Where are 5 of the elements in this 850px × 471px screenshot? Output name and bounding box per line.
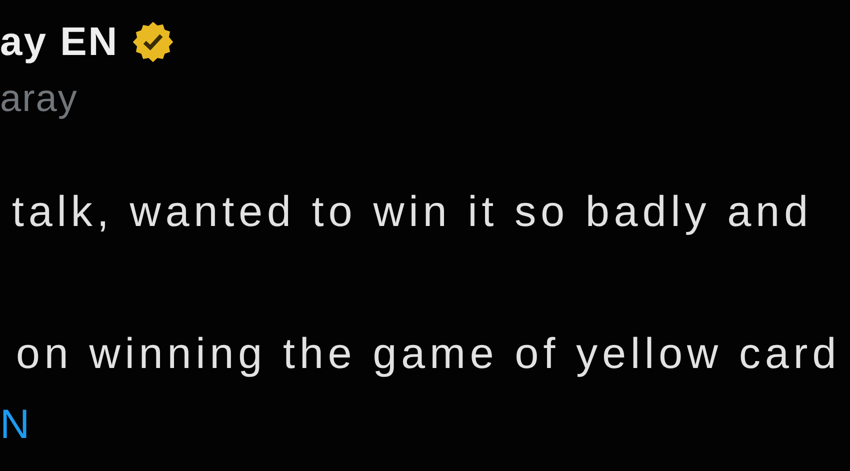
tweet-text: on winning the game of yellow card (16, 330, 841, 378)
display-name: ay EN (0, 19, 119, 66)
tweet-text: talk, wanted to win it so badly and (12, 188, 812, 236)
tweet-link[interactable]: N (0, 400, 30, 448)
user-handle: aray (0, 77, 78, 122)
